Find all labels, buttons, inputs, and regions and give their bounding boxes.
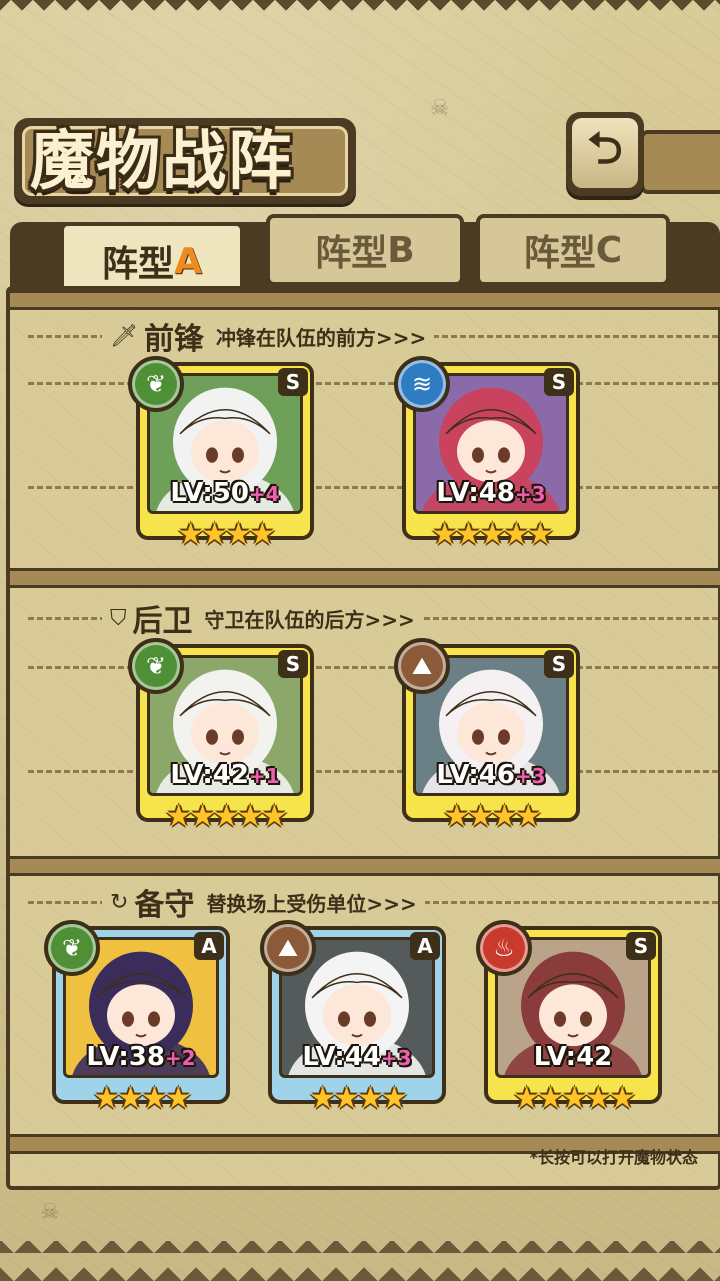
section-rear-header: ⛉ 后卫 守卫在队伍的后方>>>: [28, 596, 718, 640]
star-rating: ★★★★: [93, 1081, 192, 1116]
rank-badge: S: [278, 368, 308, 396]
bottom-border: [0, 1241, 720, 1281]
sword-icon: 🗡: [110, 323, 138, 349]
level-label: LV:44+3: [272, 1042, 442, 1072]
section-front-header: 🗡 前锋 冲锋在队伍的前方>>>: [28, 314, 718, 358]
map-skull-icon: ☠: [40, 1200, 60, 1225]
level-value: LV:38: [86, 1042, 165, 1072]
water-element-icon: ≋: [394, 356, 450, 412]
level-bonus: +3: [380, 1046, 412, 1070]
page-title: 魔物战阵: [30, 125, 294, 199]
back-rail: [640, 130, 720, 194]
rank-badge: S: [278, 650, 308, 678]
section-desc: 守卫在队伍的后方>>>: [204, 607, 415, 632]
level-bonus: +4: [248, 482, 280, 506]
section-name: 前锋: [143, 322, 204, 357]
section-name: 备守: [134, 888, 195, 923]
wood-element-icon: ❦: [128, 356, 184, 412]
star-rating: ★★★★★: [513, 1081, 635, 1116]
formation-screen: { "header": {"title": "魔物战阵", "back_glyp…: [0, 0, 720, 1281]
top-border: [0, 0, 720, 22]
section-desc: 替换场上受伤单位>>>: [206, 891, 417, 916]
tab-letter: A: [174, 240, 202, 282]
level-label: LV:50+4: [140, 478, 310, 508]
level-value: LV:42: [533, 1042, 613, 1072]
tab-formation-c[interactable]: 阵型 C: [476, 214, 670, 286]
star-rating: ★★★★: [443, 799, 542, 834]
back-button[interactable]: ⮌: [566, 112, 644, 196]
tab-letter: C: [595, 229, 623, 271]
earth-element-icon: ⛰: [260, 920, 316, 976]
level-bonus: +3: [514, 764, 546, 788]
star-rating: ★★★★: [309, 1081, 408, 1116]
level-label: LV:46+3: [406, 760, 576, 790]
section-name: 后卫: [132, 604, 193, 639]
level-label: LV:42+1: [140, 760, 310, 790]
level-value: LV:50: [170, 478, 249, 508]
panel-rail: [10, 568, 720, 588]
level-label: LV:42: [488, 1042, 658, 1072]
level-bonus: +2: [164, 1046, 196, 1070]
wood-element-icon: ❦: [44, 920, 100, 976]
star-rating: ★★★★★: [165, 799, 287, 834]
fire-element-icon: ♨: [476, 920, 532, 976]
level-value: LV:48: [436, 478, 515, 508]
earth-element-icon: ⛰: [394, 638, 450, 694]
star-rating: ★★★★★: [431, 517, 553, 552]
level-label: LV:38+2: [56, 1042, 226, 1072]
rank-badge: S: [544, 368, 574, 396]
rank-badge: A: [194, 932, 224, 960]
level-label: LV:48+3: [406, 478, 576, 508]
panel-rail: [10, 856, 720, 876]
long-press-hint: *长按可以打开魔物状态: [529, 1148, 698, 1167]
map-skull-icon: ☠: [430, 96, 450, 121]
level-bonus: +1: [248, 764, 280, 788]
shield-icon: ⛉: [110, 605, 127, 631]
level-value: LV:46: [436, 760, 515, 790]
level-bonus: +3: [514, 482, 546, 506]
level-value: LV:44: [302, 1042, 381, 1072]
rank-badge: S: [626, 932, 656, 960]
panel-rail: [10, 290, 720, 310]
section-reserve-header: ↻ 备守 替换场上受伤单位>>>: [28, 880, 718, 924]
rank-badge: A: [410, 932, 440, 960]
section-desc: 冲锋在队伍的前方>>>: [215, 325, 427, 350]
tab-letter: B: [387, 229, 415, 271]
back-arrow-icon: ⮌: [587, 122, 623, 174]
tab-label: 阵型: [523, 233, 596, 274]
star-rating: ★★★★: [177, 517, 276, 552]
level-value: LV:42: [170, 760, 249, 790]
tab-label: 阵型: [102, 244, 175, 285]
tab-label: 阵型: [315, 233, 388, 274]
swap-icon: ↻: [110, 889, 129, 915]
wood-element-icon: ❦: [128, 638, 184, 694]
tab-formation-a[interactable]: 阵型 A: [60, 222, 244, 296]
rank-badge: S: [544, 650, 574, 678]
tab-formation-b[interactable]: 阵型 B: [266, 214, 464, 286]
